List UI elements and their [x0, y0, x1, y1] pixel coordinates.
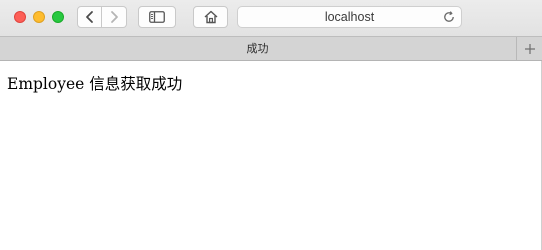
- url-text: localhost: [324, 10, 375, 24]
- reload-icon[interactable]: [442, 10, 456, 24]
- new-tab-button[interactable]: [516, 37, 542, 60]
- sidebar-icon: [149, 11, 165, 23]
- tab-bar: 成功: [0, 36, 542, 61]
- plus-icon: [524, 43, 535, 54]
- forward-button[interactable]: [102, 6, 127, 28]
- back-button[interactable]: [77, 6, 102, 28]
- browser-toolbar: localhost: [0, 0, 542, 36]
- address-bar[interactable]: localhost: [237, 6, 462, 28]
- close-window-button[interactable]: [14, 11, 26, 23]
- browser-window: localhost 成功 Employee 信息获取成功: [0, 0, 542, 250]
- maximize-window-button[interactable]: [52, 11, 64, 23]
- tab-title[interactable]: 成功: [0, 37, 515, 60]
- minimize-window-button[interactable]: [33, 11, 45, 23]
- sidebar-toggle-button[interactable]: [138, 6, 176, 28]
- chevron-left-icon: [85, 11, 93, 23]
- chevron-right-icon: [111, 11, 118, 23]
- status-message: Employee 信息获取成功: [7, 75, 183, 93]
- page-content: Employee 信息获取成功: [0, 61, 542, 250]
- home-icon: [204, 10, 217, 24]
- home-button[interactable]: [193, 6, 228, 28]
